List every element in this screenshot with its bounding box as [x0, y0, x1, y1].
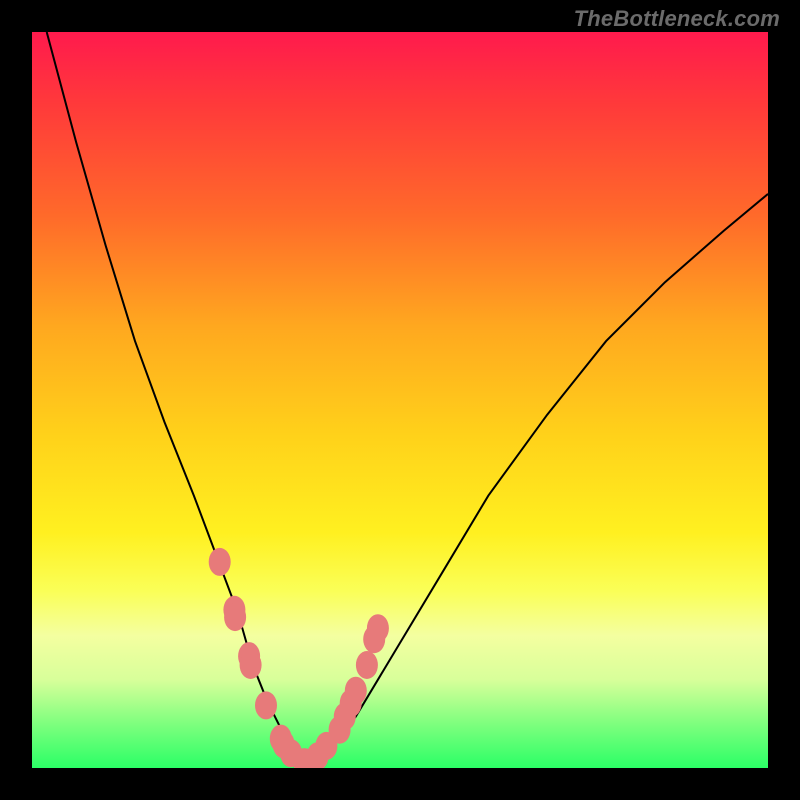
highlight-dot — [240, 651, 262, 679]
highlight-dot — [224, 603, 246, 631]
highlight-dot — [367, 614, 389, 642]
watermark-text: TheBottleneck.com — [574, 6, 780, 32]
highlight-dots-group — [209, 548, 389, 768]
chart-svg — [32, 32, 768, 768]
highlight-dot — [255, 691, 277, 719]
highlight-dot — [345, 677, 367, 705]
bottleneck-curve — [47, 32, 768, 761]
highlight-dot — [356, 651, 378, 679]
highlight-dot — [209, 548, 231, 576]
